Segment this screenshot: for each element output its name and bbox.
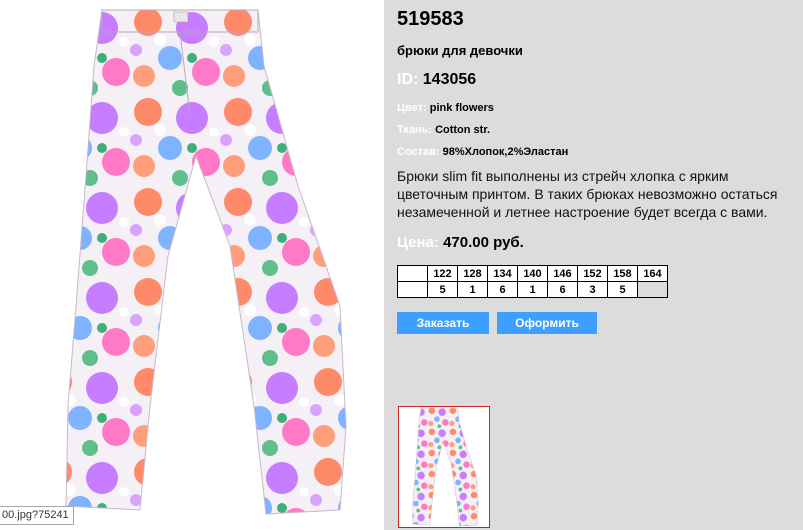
fabric-attribute: Ткань: Cotton str. [397, 124, 490, 136]
size-header-cell: 146 [547, 265, 578, 282]
size-header-cell: 134 [487, 265, 518, 282]
size-quantity-cell[interactable]: 1 [517, 281, 548, 298]
size-header-cell: 140 [517, 265, 548, 282]
size-availability-table: 122 128 134 140 146 152 158 164 5 1 6 1 … [397, 265, 668, 298]
price-line: Цена: 470.00 руб. [397, 234, 524, 251]
fabric-label: Ткань: [397, 124, 432, 136]
color-value: pink flowers [429, 102, 494, 114]
order-button[interactable]: Заказать [397, 312, 489, 334]
size-header-cell: 152 [577, 265, 608, 282]
color-label: Цвет: [397, 102, 427, 114]
size-header-corner [397, 265, 428, 282]
size-quantity-cell[interactable]: 3 [577, 281, 608, 298]
thumbnail-pants-image [412, 407, 479, 527]
product-subtitle: брюки для девочки [397, 43, 523, 58]
composition-label: Состав: [397, 146, 440, 158]
price-label: Цена: [397, 234, 439, 251]
product-article-number: 519583 [397, 8, 464, 30]
size-header-cell: 128 [457, 265, 488, 282]
size-header-cell: 122 [427, 265, 458, 282]
size-quantity-cell[interactable]: 6 [547, 281, 578, 298]
product-description: Брюки slim fit выполнены из стрейч хлопк… [397, 168, 778, 220]
size-quantity-cell[interactable]: 5 [607, 281, 638, 298]
product-thumbnail[interactable] [398, 406, 490, 528]
size-quantity-cell[interactable]: 5 [427, 281, 458, 298]
composition-value: 98%Хлопок,2%Эластан [442, 146, 569, 158]
size-quantity-corner [397, 281, 428, 298]
size-header-cell: 158 [607, 265, 638, 282]
size-quantity-cell[interactable]: 6 [487, 281, 518, 298]
size-header-cell: 164 [637, 265, 668, 282]
id-value: 143056 [422, 71, 477, 88]
size-quantity-row: 5 1 6 1 6 3 5 [397, 281, 668, 298]
price-value: 470.00 руб. [443, 234, 524, 251]
product-id-line: ID: 143056 [397, 71, 476, 89]
product-details-panel: 519583 брюки для девочки ID: 143056 Цвет… [384, 0, 803, 530]
status-tooltip: 00.jpg?75241 [0, 506, 74, 525]
size-header-row: 122 128 134 140 146 152 158 164 [397, 265, 668, 282]
size-quantity-cell[interactable]: 1 [457, 281, 488, 298]
fabric-value: Cotton str. [435, 124, 491, 136]
product-image-pane: 00.jpg?75241 [0, 0, 384, 530]
id-label: ID: [397, 71, 419, 88]
color-attribute: Цвет: pink flowers [397, 102, 494, 114]
product-image-pants [65, 9, 347, 515]
size-quantity-cell-unavailable [637, 281, 668, 298]
checkout-button[interactable]: Оформить [497, 312, 597, 334]
composition-attribute: Состав: 98%Хлопок,2%Эластан [397, 146, 568, 158]
